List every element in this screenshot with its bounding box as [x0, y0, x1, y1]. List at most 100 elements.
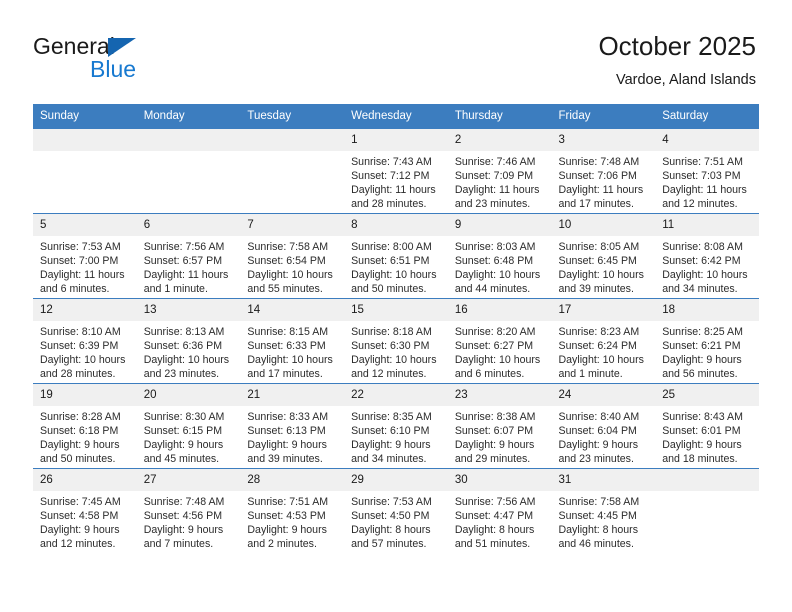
- day-detail-line: Sunset: 4:53 PM: [247, 510, 326, 523]
- calendar-day-cell[interactable]: 7 Sunrise: 7:58 AM Sunset: 6:54 PM Daylight…: [240, 213, 345, 299]
- day-detail-line: Sunrise: 8:13 AM: [143, 326, 225, 338]
- day-number: 29: [344, 469, 448, 491]
- day-detail-line: and 6 minutes.: [40, 283, 110, 296]
- day-detail-line: Sunrise: 7:48 AM: [143, 496, 225, 508]
- day-detail-line: Sunrise: 8:03 AM: [454, 241, 536, 253]
- day-detail-line: Sunrise: 7:51 AM: [247, 496, 329, 508]
- day-detail-line: Sunset: 4:56 PM: [143, 510, 223, 523]
- calendar-day-cell[interactable]: 18 Sunrise: 8:25 AM Sunset: 6:21 PM Dayligh…: [655, 298, 759, 384]
- day-detail-line: Sunrise: 7:56 AM: [454, 496, 536, 508]
- weekday-header-wednesday: Wednesday: [344, 104, 448, 129]
- day-detail-line: Daylight: 9 hours: [351, 439, 431, 452]
- day-detail-line: Sunset: 4:47 PM: [454, 510, 534, 523]
- day-detail-line: Sunrise: 7:58 AM: [247, 241, 329, 253]
- calendar-day-cell[interactable]: 23 Sunrise: 8:38 AM Sunset: 6:07 PM Dayligh…: [447, 383, 552, 469]
- day-detail-line: Sunset: 6:39 PM: [40, 340, 119, 353]
- day-number: 25: [655, 384, 759, 406]
- day-detail-line: Sunrise: 8:20 AM: [454, 326, 536, 338]
- calendar-day-cell[interactable]: 22 Sunrise: 8:35 AM Sunset: 6:10 PM Dayligh…: [344, 383, 448, 469]
- calendar-day-cell[interactable]: 19 Sunrise: 8:28 AM Sunset: 6:18 PM Dayligh…: [33, 383, 137, 469]
- title-block: October 2025 Vardoe, Aland Islands: [598, 30, 756, 90]
- day-detail-line: and 23 minutes.: [558, 453, 634, 466]
- calendar-day-cell[interactable]: 31 Sunrise: 7:58 AM Sunset: 4:45 PM Dayligh…: [551, 468, 656, 553]
- day-detail-line: and 12 minutes.: [662, 198, 738, 211]
- day-detail-line: Daylight: 9 hours: [143, 439, 224, 452]
- day-detail-line: Sunrise: 7:58 AM: [558, 496, 640, 508]
- day-detail-line: Daylight: 9 hours: [40, 439, 120, 452]
- calendar-day-cell[interactable]: 21 Sunrise: 8:33 AM Sunset: 6:13 PM Dayligh…: [240, 383, 345, 469]
- calendar-day-cell[interactable]: 16 Sunrise: 8:20 AM Sunset: 6:27 PM Dayligh…: [447, 298, 552, 384]
- calendar-day-cell[interactable]: 30 Sunrise: 7:56 AM Sunset: 4:47 PM Dayligh…: [447, 468, 552, 553]
- page-header: General Blue October 2025 Vardoe, Aland …: [0, 0, 792, 100]
- day-detail-line: Sunset: 6:10 PM: [351, 425, 430, 438]
- calendar-day-cell[interactable]: 24 Sunrise: 8:40 AM Sunset: 6:04 PM Dayligh…: [551, 383, 656, 469]
- day-detail-line: and 28 minutes.: [40, 368, 116, 381]
- day-detail-line: Daylight: 11 hours: [143, 269, 229, 282]
- day-sun-details: Sunrise: 7:58 AM Sunset: 6:54 PM Daylight:…: [240, 236, 344, 296]
- calendar-day-cell[interactable]: 17 Sunrise: 8:23 AM Sunset: 6:24 PM Dayligh…: [551, 298, 656, 384]
- day-detail-line: and 2 minutes.: [247, 538, 317, 551]
- day-detail-line: Sunrise: 8:38 AM: [454, 411, 536, 423]
- day-detail-line: Sunrise: 7:56 AM: [143, 241, 225, 253]
- day-detail-line: and 50 minutes.: [40, 453, 116, 466]
- day-detail-line: Daylight: 11 hours: [558, 184, 644, 197]
- brand-logo[interactable]: General Blue: [33, 33, 263, 83]
- day-number: 5: [33, 214, 137, 236]
- calendar-day-cell[interactable]: 12 Sunrise: 8:10 AM Sunset: 6:39 PM Dayligh…: [33, 298, 137, 384]
- day-sun-details: Sunrise: 8:30 AM Sunset: 6:15 PM Daylight:…: [137, 406, 241, 466]
- calendar-day-cell[interactable]: 3 Sunrise: 7:48 AM Sunset: 7:06 PM Daylight…: [551, 129, 656, 214]
- day-number: 14: [240, 299, 345, 321]
- calendar-day-cell[interactable]: 11 Sunrise: 8:08 AM Sunset: 6:42 PM Dayligh…: [655, 213, 759, 299]
- day-detail-line: Sunrise: 8:35 AM: [351, 411, 432, 423]
- day-number: 22: [344, 384, 448, 406]
- day-detail-line: Sunrise: 8:00 AM: [351, 241, 432, 253]
- calendar-day-cell-empty: [33, 129, 137, 214]
- day-sun-details: Sunrise: 7:53 AM Sunset: 4:50 PM Daylight:…: [344, 491, 448, 551]
- calendar-day-cell[interactable]: 1 Sunrise: 7:43 AM Sunset: 7:12 PM Daylight…: [344, 129, 448, 214]
- calendar-day-cell[interactable]: 28 Sunrise: 7:51 AM Sunset: 4:53 PM Dayligh…: [240, 468, 345, 553]
- day-number: 31: [551, 469, 656, 491]
- calendar-day-cell[interactable]: 8 Sunrise: 8:00 AM Sunset: 6:51 PM Daylight…: [344, 213, 448, 299]
- day-detail-line: Sunset: 6:45 PM: [558, 255, 637, 268]
- calendar-day-cell[interactable]: 2 Sunrise: 7:46 AM Sunset: 7:09 PM Daylight…: [447, 129, 552, 214]
- day-number: 7: [240, 214, 345, 236]
- calendar-day-cell[interactable]: 10 Sunrise: 8:05 AM Sunset: 6:45 PM Dayligh…: [551, 213, 656, 299]
- calendar-day-cell[interactable]: 14 Sunrise: 8:15 AM Sunset: 6:33 PM Dayligh…: [240, 298, 345, 384]
- day-number: 28: [240, 469, 345, 491]
- day-sun-details: Sunrise: 7:45 AM Sunset: 4:58 PM Daylight:…: [33, 491, 137, 551]
- day-detail-line: and 34 minutes.: [351, 453, 427, 466]
- calendar-week-row: 19 Sunrise: 8:28 AM Sunset: 6:18 PM Dayligh…: [33, 383, 759, 469]
- calendar-day-cell[interactable]: 9 Sunrise: 8:03 AM Sunset: 6:48 PM Daylight…: [447, 213, 552, 299]
- day-sun-details: Sunrise: 8:10 AM Sunset: 6:39 PM Daylight:…: [33, 321, 137, 381]
- calendar-day-cell[interactable]: 20 Sunrise: 8:30 AM Sunset: 6:15 PM Dayligh…: [136, 383, 241, 469]
- day-detail-line: Sunrise: 7:53 AM: [351, 496, 432, 508]
- calendar-day-cell[interactable]: 25 Sunrise: 8:43 AM Sunset: 6:01 PM Dayligh…: [655, 383, 759, 469]
- calendar-day-cell[interactable]: 15 Sunrise: 8:18 AM Sunset: 6:30 PM Dayligh…: [344, 298, 448, 384]
- day-sun-details: Sunrise: 8:13 AM Sunset: 6:36 PM Daylight:…: [137, 321, 241, 381]
- day-detail-line: and 51 minutes.: [454, 538, 531, 551]
- calendar-day-cell[interactable]: 4 Sunrise: 7:51 AM Sunset: 7:03 PM Daylight…: [655, 129, 759, 214]
- day-number: 21: [240, 384, 345, 406]
- day-detail-line: Sunset: 6:42 PM: [662, 255, 741, 268]
- day-detail-line: Daylight: 11 hours: [454, 184, 540, 197]
- calendar-day-cell[interactable]: 29 Sunrise: 7:53 AM Sunset: 4:50 PM Dayligh…: [344, 468, 448, 553]
- day-detail-line: Sunset: 6:27 PM: [454, 340, 534, 353]
- calendar-day-cell[interactable]: 5 Sunrise: 7:53 AM Sunset: 7:00 PM Daylight…: [33, 213, 137, 299]
- day-detail-line: Sunrise: 7:51 AM: [662, 156, 743, 168]
- day-number: 2: [447, 129, 552, 151]
- day-detail-line: Daylight: 9 hours: [40, 524, 120, 537]
- day-sun-details: Sunrise: 7:43 AM Sunset: 7:12 PM Daylight:…: [344, 151, 448, 211]
- day-detail-line: and 17 minutes.: [247, 368, 323, 381]
- calendar-day-cell[interactable]: 6 Sunrise: 7:56 AM Sunset: 6:57 PM Daylight…: [136, 213, 241, 299]
- day-detail-line: Sunset: 6:18 PM: [40, 425, 119, 438]
- day-detail-line: Sunrise: 8:05 AM: [558, 241, 640, 253]
- calendar-day-cell[interactable]: 27 Sunrise: 7:48 AM Sunset: 4:56 PM Dayligh…: [136, 468, 241, 553]
- calendar-week-row: 12 Sunrise: 8:10 AM Sunset: 6:39 PM Dayligh…: [33, 298, 759, 384]
- calendar-day-cell[interactable]: 13 Sunrise: 8:13 AM Sunset: 6:36 PM Dayligh…: [136, 298, 241, 384]
- weekday-header-saturday: Saturday: [655, 104, 759, 129]
- calendar-day-cell[interactable]: 26 Sunrise: 7:45 AM Sunset: 4:58 PM Dayligh…: [33, 468, 137, 553]
- day-detail-line: and 12 minutes.: [40, 538, 116, 551]
- day-sun-details: Sunrise: 8:43 AM Sunset: 6:01 PM Daylight:…: [655, 406, 759, 466]
- day-detail-line: Daylight: 10 hours: [247, 269, 333, 282]
- day-detail-line: Sunrise: 7:48 AM: [558, 156, 640, 168]
